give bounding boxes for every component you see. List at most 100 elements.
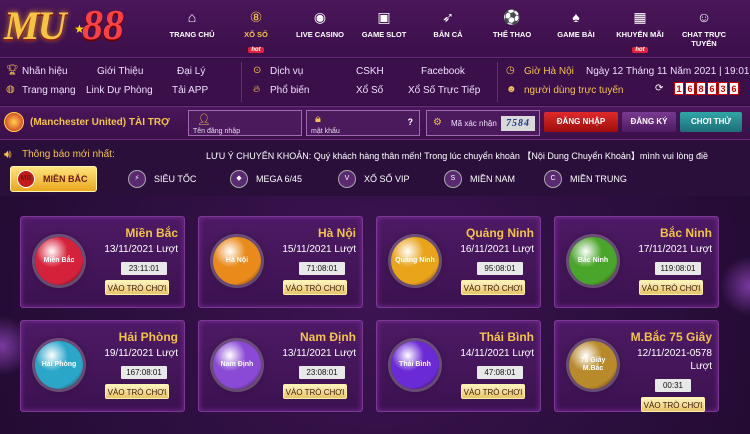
ball-label: Quảng Ninh xyxy=(395,257,435,264)
link-xo-so-truc-tiep[interactable]: Xổ Số Trực Tiếp xyxy=(408,85,480,96)
users-icon: ☻ xyxy=(506,84,517,95)
card-date: 13/11/2021 Lượt xyxy=(104,244,178,255)
ball-label: Thái Bình xyxy=(399,361,431,368)
play-game-button[interactable]: VÀO TRÒ CHƠI xyxy=(105,384,169,399)
captcha-field[interactable]: ⚙ Mã xác nhận 7584 xyxy=(426,110,540,136)
play-game-button[interactable]: VÀO TRÒ CHƠI xyxy=(641,397,705,412)
ball-label: 75 Giây M.Bắc xyxy=(580,357,606,372)
lottery-card[interactable]: Hà Nội Hà Nội 15/11/2021 Lượt 71:08:01 VÀO T… xyxy=(198,216,363,308)
nav-item-6[interactable]: ♠ GAME BÀI xyxy=(544,0,608,58)
lottery-card[interactable]: Bắc Ninh Bắc Ninh 17/11/2021 Lượt 119:08:01… xyxy=(554,216,719,308)
card-title: Bắc Ninh xyxy=(659,226,712,240)
lottery-card[interactable]: Thái Bình Thái Bình 14/11/2021 Lượt 47:08:0… xyxy=(376,320,541,412)
countdown-timer: 119:08:01 xyxy=(655,262,701,275)
trophy-icon: 🏆︎ xyxy=(6,65,19,76)
site-logo[interactable]: MU ★ 88 xyxy=(4,2,154,56)
main-nav: ⌂ TRANG CHỦ ⑧ XỔ SỐ hot ◉ LIVE CASINO ▣ GAME SLO… xyxy=(160,0,736,58)
lottery-ball-icon: Thái Bình xyxy=(391,341,439,389)
nav-item-3[interactable]: ▣ GAME SLOT xyxy=(352,0,416,58)
lottery-ball-icon: Hải Phòng xyxy=(35,341,83,389)
link-du-phong[interactable]: Link Dự Phòng xyxy=(86,85,153,96)
tab-south-region[interactable]: S MIỀN NAM xyxy=(444,166,515,192)
lottery-region-tabs: MB MIỀN BẮC ⚡ SIÊU TỐC ◆ MEGA 6/45 V XỔ SỐ VIP S… xyxy=(0,166,750,194)
try-play-button[interactable]: CHƠI THỬ xyxy=(680,112,742,132)
captcha-image[interactable]: 7584 xyxy=(501,116,535,131)
card-date: 19/11/2021 Lượt xyxy=(104,348,178,359)
link-xo-so[interactable]: Xổ Số xyxy=(356,85,383,96)
tab-lightning[interactable]: ⚡ SIÊU TỐC xyxy=(128,166,196,192)
link-cskh[interactable]: CSKH xyxy=(356,66,384,77)
forgot-password-icon[interactable]: ? xyxy=(408,117,414,127)
login-button[interactable]: ĐĂNG NHẬP xyxy=(544,112,618,132)
register-button[interactable]: ĐĂNG KÝ xyxy=(622,112,676,132)
nav-item-5[interactable]: ⚽ THỂ THAO xyxy=(480,0,544,58)
card-title: Hà Nội xyxy=(317,226,356,240)
play-game-button[interactable]: VÀO TRÒ CHƠI xyxy=(105,280,169,295)
lottery-card[interactable]: 75 Giây M.Bắc M.Bắc 75 Giây 12/11/2021-057… xyxy=(554,320,719,412)
refresh-icon[interactable]: ⟳ xyxy=(655,83,663,94)
nav-item-7[interactable]: ▦ KHUYẾN MÃI hot xyxy=(608,0,672,58)
card-title: Thái Bình xyxy=(479,330,534,344)
play-game-button[interactable]: VÀO TRÒ CHƠI xyxy=(639,280,703,295)
decor-orb xyxy=(720,256,750,316)
card-date: 13/11/2021 Lượt xyxy=(282,348,356,359)
lottery-card[interactable]: Nam Định Nam Định 13/11/2021 Lượt 23:08:01 V… xyxy=(198,320,363,412)
manchester-united-icon xyxy=(4,112,24,132)
tab-central-region[interactable]: C MIỀN TRUNG xyxy=(544,166,627,192)
nav-item-8[interactable]: ☺ CHAT TRỰC TUYẾN xyxy=(672,0,736,58)
central-region-icon: C xyxy=(544,170,562,188)
nav-item-4[interactable]: ➶ BẮN CÁ xyxy=(416,0,480,58)
nav-item-2[interactable]: ◉ LIVE CASINO xyxy=(288,0,352,58)
play-game-button[interactable]: VÀO TRÒ CHƠI xyxy=(283,384,347,399)
tab-vip[interactable]: V XỔ SỐ VIP xyxy=(338,166,410,192)
playing-card-icon: ♠ xyxy=(572,9,580,25)
link-trang-mang[interactable]: Trang mạng xyxy=(22,85,76,96)
username-field[interactable]: 👤︎ Tên đăng nhập xyxy=(188,110,302,136)
ball-label: Nam Định xyxy=(220,361,254,368)
countdown-timer: 71:08:01 xyxy=(299,262,345,275)
nav-item-0[interactable]: ⌂ TRANG CHỦ xyxy=(160,0,224,58)
link-dai-ly[interactable]: Đại Lý xyxy=(177,66,205,77)
sponsor-text: (Manchester United) TÀI TRỢ xyxy=(30,117,170,128)
lottery-card[interactable]: Quảng Ninh Quảng Ninh 16/11/2021 Lượt 95:08… xyxy=(376,216,541,308)
tab-north-region[interactable]: MB MIỀN BẮC xyxy=(10,166,97,192)
south-region-icon: S xyxy=(444,170,462,188)
vip-icon: V xyxy=(338,170,356,188)
logo-number: 88 xyxy=(82,3,124,49)
support-agent-icon: ☺ xyxy=(696,9,712,25)
card-title: Miền Bắc xyxy=(125,226,178,240)
fish-icon: ➶ xyxy=(442,9,454,25)
user-icon: 👤︎ xyxy=(197,114,211,126)
link-gioi-thieu[interactable]: Giới Thiệu xyxy=(97,66,143,77)
casino-chip-icon: ◉ xyxy=(313,9,327,25)
divider xyxy=(241,62,242,102)
lottery-card[interactable]: Hải Phòng Hải Phòng 19/11/2021 Lượt 167:08:… xyxy=(20,320,185,412)
card-date: 14/11/2021 Lượt xyxy=(460,348,534,359)
play-game-button[interactable]: VÀO TRÒ CHƠI xyxy=(461,384,525,399)
link-nhan-hieu[interactable]: Nhãn hiệu xyxy=(22,66,68,77)
lottery-card[interactable]: Miền Bắc Miền Bắc 13/11/2021 Lượt 23:11:01 V… xyxy=(20,216,185,308)
link-facebook[interactable]: Facebook xyxy=(421,66,465,77)
ball-label: Hải Phòng xyxy=(41,361,77,368)
notice-bar: 🔊︎ Thông báo mới nhất: LƯU Ý CHUYỂN KHOẢ… xyxy=(0,141,750,169)
lightning-icon: ⚡ xyxy=(128,170,146,188)
link-tai-app[interactable]: Tải APP xyxy=(172,85,208,96)
play-game-button[interactable]: VÀO TRÒ CHƠI xyxy=(461,280,525,295)
lottery-ball-icon: 75 Giây M.Bắc xyxy=(569,341,617,389)
password-label: mật khẩu xyxy=(311,128,340,135)
play-game-button[interactable]: VÀO TRÒ CHƠI xyxy=(283,280,347,295)
page-root: MU ★ 88 ⌂ TRANG CHỦ ⑧ XỔ SỐ hot ◉ LIVE CASINO ▣… xyxy=(0,0,750,434)
tab-mega[interactable]: ◆ MEGA 6/45 xyxy=(230,166,302,192)
online-counter: 168636 xyxy=(674,82,739,95)
tab-label: SIÊU TỐC xyxy=(154,174,197,184)
notice-ticker[interactable]: LƯU Ý CHUYỂN KHOẢN: Quý khách hàng thân … xyxy=(206,149,708,162)
home-icon: ⌂ xyxy=(187,9,197,25)
online-users-label: người dùng trực tuyến xyxy=(524,85,624,96)
nav-item-1[interactable]: ⑧ XỔ SỐ hot xyxy=(224,0,288,58)
notice-title: Thông báo mới nhất: xyxy=(22,149,115,160)
tab-label: MIỀN BẮC xyxy=(43,174,88,184)
password-field[interactable]: 🔒︎ mật khẩu ? xyxy=(306,110,420,136)
tab-label: MIỀN TRUNG xyxy=(570,174,627,184)
link-pho-bien[interactable]: Phổ biến xyxy=(270,85,309,96)
link-dich-vu[interactable]: Dịch vụ xyxy=(270,66,303,77)
